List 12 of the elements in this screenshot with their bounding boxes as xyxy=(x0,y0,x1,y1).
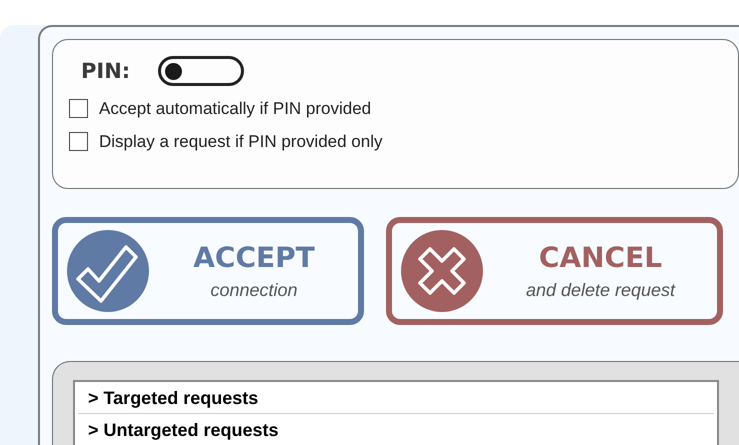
pin-label: PIN: xyxy=(81,59,130,83)
checkbox[interactable] xyxy=(69,132,88,151)
request-group[interactable]: > Targeted requests xyxy=(78,382,714,414)
option-label: Display a request if PIN provided only xyxy=(99,132,382,152)
request-group[interactable]: > Untargeted requests xyxy=(78,414,714,445)
cancel-button[interactable]: CANCEL and delete request xyxy=(386,217,723,325)
checkbox[interactable] xyxy=(69,99,88,118)
cross-icon xyxy=(400,229,484,313)
option-label: Accept automatically if PIN provided xyxy=(99,98,372,118)
accept-button[interactable]: ACCEPT connection xyxy=(52,217,364,325)
checkmark-icon xyxy=(66,229,150,313)
pin-toggle[interactable] xyxy=(158,56,244,86)
